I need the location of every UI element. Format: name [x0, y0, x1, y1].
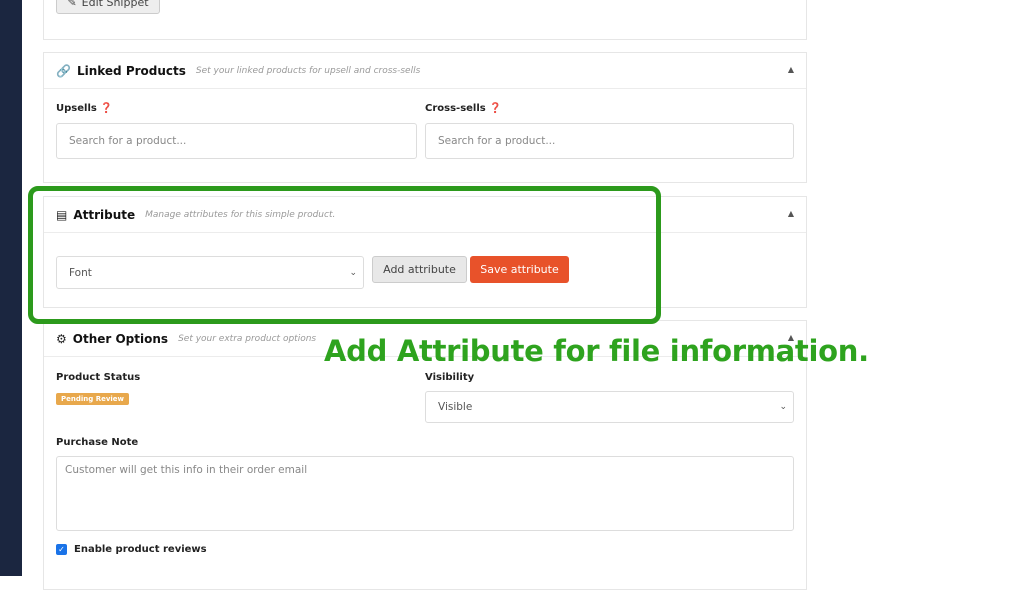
help-icon: ❓ [100, 103, 113, 114]
gear-icon: ⚙ [56, 331, 67, 346]
product-status-label: Product Status [56, 372, 141, 383]
cross-sells-input[interactable]: Search for a product... [425, 123, 794, 159]
panel-title: Other Options [72, 331, 169, 346]
upsells-input[interactable]: Search for a product... [56, 123, 417, 159]
edit-snippet-button[interactable]: ✎ Edit Snippet [56, 0, 160, 14]
cross-sells-label: Cross-sells ❓ [425, 103, 502, 114]
link-icon: 🔗 [56, 63, 71, 78]
panel-subtitle: Set your extra product options [178, 333, 317, 344]
snippet-panel: ✎ Edit Snippet [43, 0, 807, 40]
visibility-label: Visibility [425, 372, 475, 383]
highlight-box [28, 186, 661, 324]
linked-products-panel: 🔗 Linked Products Set your linked produc… [43, 52, 807, 183]
upsells-label: Upsells ❓ [56, 103, 113, 114]
collapse-icon[interactable]: ▲ [788, 209, 794, 218]
pencil-icon: ✎ [67, 0, 77, 9]
visibility-select[interactable]: Visible ⌄ [425, 391, 794, 423]
help-icon: ❓ [489, 103, 502, 114]
checkbox-checked-icon[interactable]: ✓ [56, 544, 67, 555]
panel-header[interactable]: 🔗 Linked Products Set your linked produc… [44, 53, 806, 89]
purchase-note-textarea[interactable]: Customer will get this info in their ord… [56, 456, 794, 531]
panel-subtitle: Set your linked products for upsell and … [195, 65, 421, 76]
purchase-note-label: Purchase Note [56, 437, 139, 448]
sidebar [0, 0, 22, 576]
chevron-down-icon: ⌄ [779, 402, 787, 412]
annotation-text: Add Attribute for file information. [324, 334, 869, 368]
panel-title: Linked Products [76, 63, 186, 78]
enable-reviews-checkbox[interactable]: ✓ Enable product reviews [56, 544, 207, 555]
collapse-icon[interactable]: ▲ [788, 65, 794, 74]
status-badge: Pending Review [56, 393, 130, 405]
